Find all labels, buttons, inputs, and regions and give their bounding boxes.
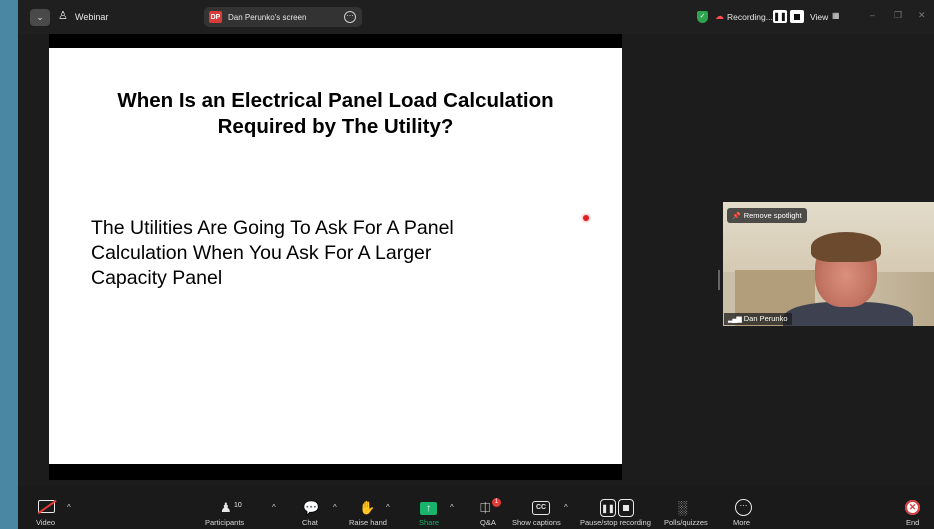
slide-title: When Is an Electrical Panel Load Calcula… — [49, 88, 622, 140]
raise-hand-button[interactable]: ✋ Raise hand — [344, 486, 392, 529]
participant-name-tag: ▂▄▆ Dan Perunko — [724, 313, 792, 325]
raise-hand-icon: ✋ — [359, 500, 376, 515]
share-icon: ↑ — [420, 502, 437, 515]
participant-video-tile[interactable]: 📌 Remove spotlight ▂▄▆ Dan Perunko — [723, 202, 934, 326]
avatar: DP — [209, 11, 222, 23]
video-off-icon — [38, 500, 55, 513]
more-icon: ⋯ — [735, 499, 752, 516]
chat-options-caret[interactable]: ^ — [333, 503, 337, 512]
polls-quizzes-label: Polls/quizzes — [664, 518, 708, 527]
window-title: Webinar — [75, 12, 109, 22]
more-button[interactable]: ⋯ More — [730, 486, 758, 529]
view-button[interactable]: View — [810, 12, 828, 22]
meeting-toolbar: Video ^ ♟ 10 Participants ^ 💬 Chat ^ ✋ R… — [18, 486, 934, 529]
end-label: End — [906, 518, 920, 527]
presentation-slide: When Is an Electrical Panel Load Calcula… — [49, 48, 622, 464]
captions-options-caret[interactable]: ^ — [564, 503, 568, 512]
remove-spotlight-button[interactable]: 📌 Remove spotlight — [727, 208, 807, 223]
screen-share-label: Dan Perunko's screen — [228, 13, 307, 22]
raise-hand-options-caret[interactable]: ^ — [386, 503, 390, 512]
end-icon: ✕ — [905, 500, 920, 515]
qa-icon: ⎅ — [480, 500, 491, 515]
shared-screen: When Is an Electrical Panel Load Calcula… — [49, 34, 622, 480]
signal-icon: ▂▄▆ — [728, 316, 742, 323]
zoom-window: ⌄ ♙ Webinar DP Dan Perunko's screen ⋯ ✓ … — [18, 0, 934, 529]
panel-resize-handle[interactable] — [718, 270, 720, 290]
slide-body-line-1: The Utilities Are Going To Ask For A Pan… — [91, 217, 454, 239]
end-button[interactable]: ✕ End — [902, 486, 924, 529]
close-icon[interactable]: ✕ — [918, 10, 926, 21]
slide-title-line-1: When Is an Electrical Panel Load Calcula… — [117, 89, 554, 112]
dropdown-icon[interactable]: ⌄ — [30, 9, 50, 26]
chat-icon: 💬 — [303, 500, 320, 515]
more-icon[interactable]: ⋯ — [344, 11, 356, 23]
recording-label: Recording... — [727, 12, 773, 22]
slide-body-line-3: Capacity Panel — [91, 267, 223, 289]
participant-name: Dan Perunko — [743, 314, 788, 323]
remove-spotlight-label: Remove spotlight — [743, 211, 802, 220]
chat-label: Chat — [302, 518, 318, 527]
chat-button[interactable]: 💬 Chat — [296, 486, 326, 529]
participants-label: Participants — [205, 518, 245, 527]
more-label: More — [733, 518, 751, 527]
video-label: Video — [36, 518, 56, 527]
desktop-background — [0, 0, 18, 529]
qa-button[interactable]: ⎅ 1 Q&A — [472, 486, 502, 529]
video-options-caret[interactable]: ^ — [67, 503, 71, 512]
captions-icon: CC — [532, 501, 550, 515]
qa-label: Q&A — [480, 518, 496, 527]
pause-icon[interactable]: ❚❚ — [773, 10, 787, 23]
pause-stop-recording-button[interactable]: ❚❚ Pause/stop recording — [576, 486, 660, 529]
video-button[interactable]: Video — [32, 486, 72, 529]
laser-pointer — [583, 215, 589, 221]
stop-icon — [618, 499, 634, 517]
pause-icon: ❚❚ — [600, 499, 616, 517]
pause-stop-recording-label: Pause/stop recording — [580, 518, 651, 527]
share-options-caret[interactable]: ^ — [450, 503, 454, 512]
share-label: Share — [419, 518, 440, 527]
show-captions-button[interactable]: CC Show captions — [512, 486, 570, 529]
screen-share-indicator[interactable]: DP Dan Perunko's screen ⋯ — [204, 7, 362, 27]
cloud-record-icon: ☁ — [715, 11, 724, 21]
slide-body: The Utilities Are Going To Ask For A Pan… — [91, 216, 591, 291]
participant-hair — [811, 232, 881, 262]
polls-icon: ░ — [678, 500, 688, 515]
maximize-icon[interactable]: ❐ — [894, 10, 902, 21]
view-icon[interactable]: ▦ — [832, 11, 840, 20]
slide-title-line-2: Required by The Utility? — [217, 115, 454, 138]
minimize-icon[interactable]: – — [870, 10, 875, 20]
raise-hand-label: Raise hand — [349, 518, 387, 527]
pause-stop-icon: ❚❚ — [600, 499, 634, 517]
title-bar: ⌄ ♙ Webinar DP Dan Perunko's screen ⋯ ✓ … — [18, 0, 934, 34]
share-button[interactable]: ↑ Share — [414, 486, 444, 529]
slide-body-line-2: Calculation When You Ask For A Larger — [91, 242, 432, 264]
participants-options-caret[interactable]: ^ — [272, 503, 276, 512]
pin-icon: 📌 — [732, 213, 741, 220]
show-captions-label: Show captions — [512, 518, 561, 527]
stop-icon[interactable] — [790, 10, 804, 23]
participants-icon: ♟ — [220, 500, 232, 515]
participants-count: 10 — [234, 502, 242, 509]
webinar-icon: ♙ — [58, 10, 68, 22]
qa-badge: 1 — [492, 498, 501, 507]
participants-button[interactable]: ♟ 10 Participants — [200, 486, 260, 529]
shield-icon[interactable]: ✓ — [697, 11, 708, 23]
polls-quizzes-button[interactable]: ░ Polls/quizzes — [660, 486, 710, 529]
